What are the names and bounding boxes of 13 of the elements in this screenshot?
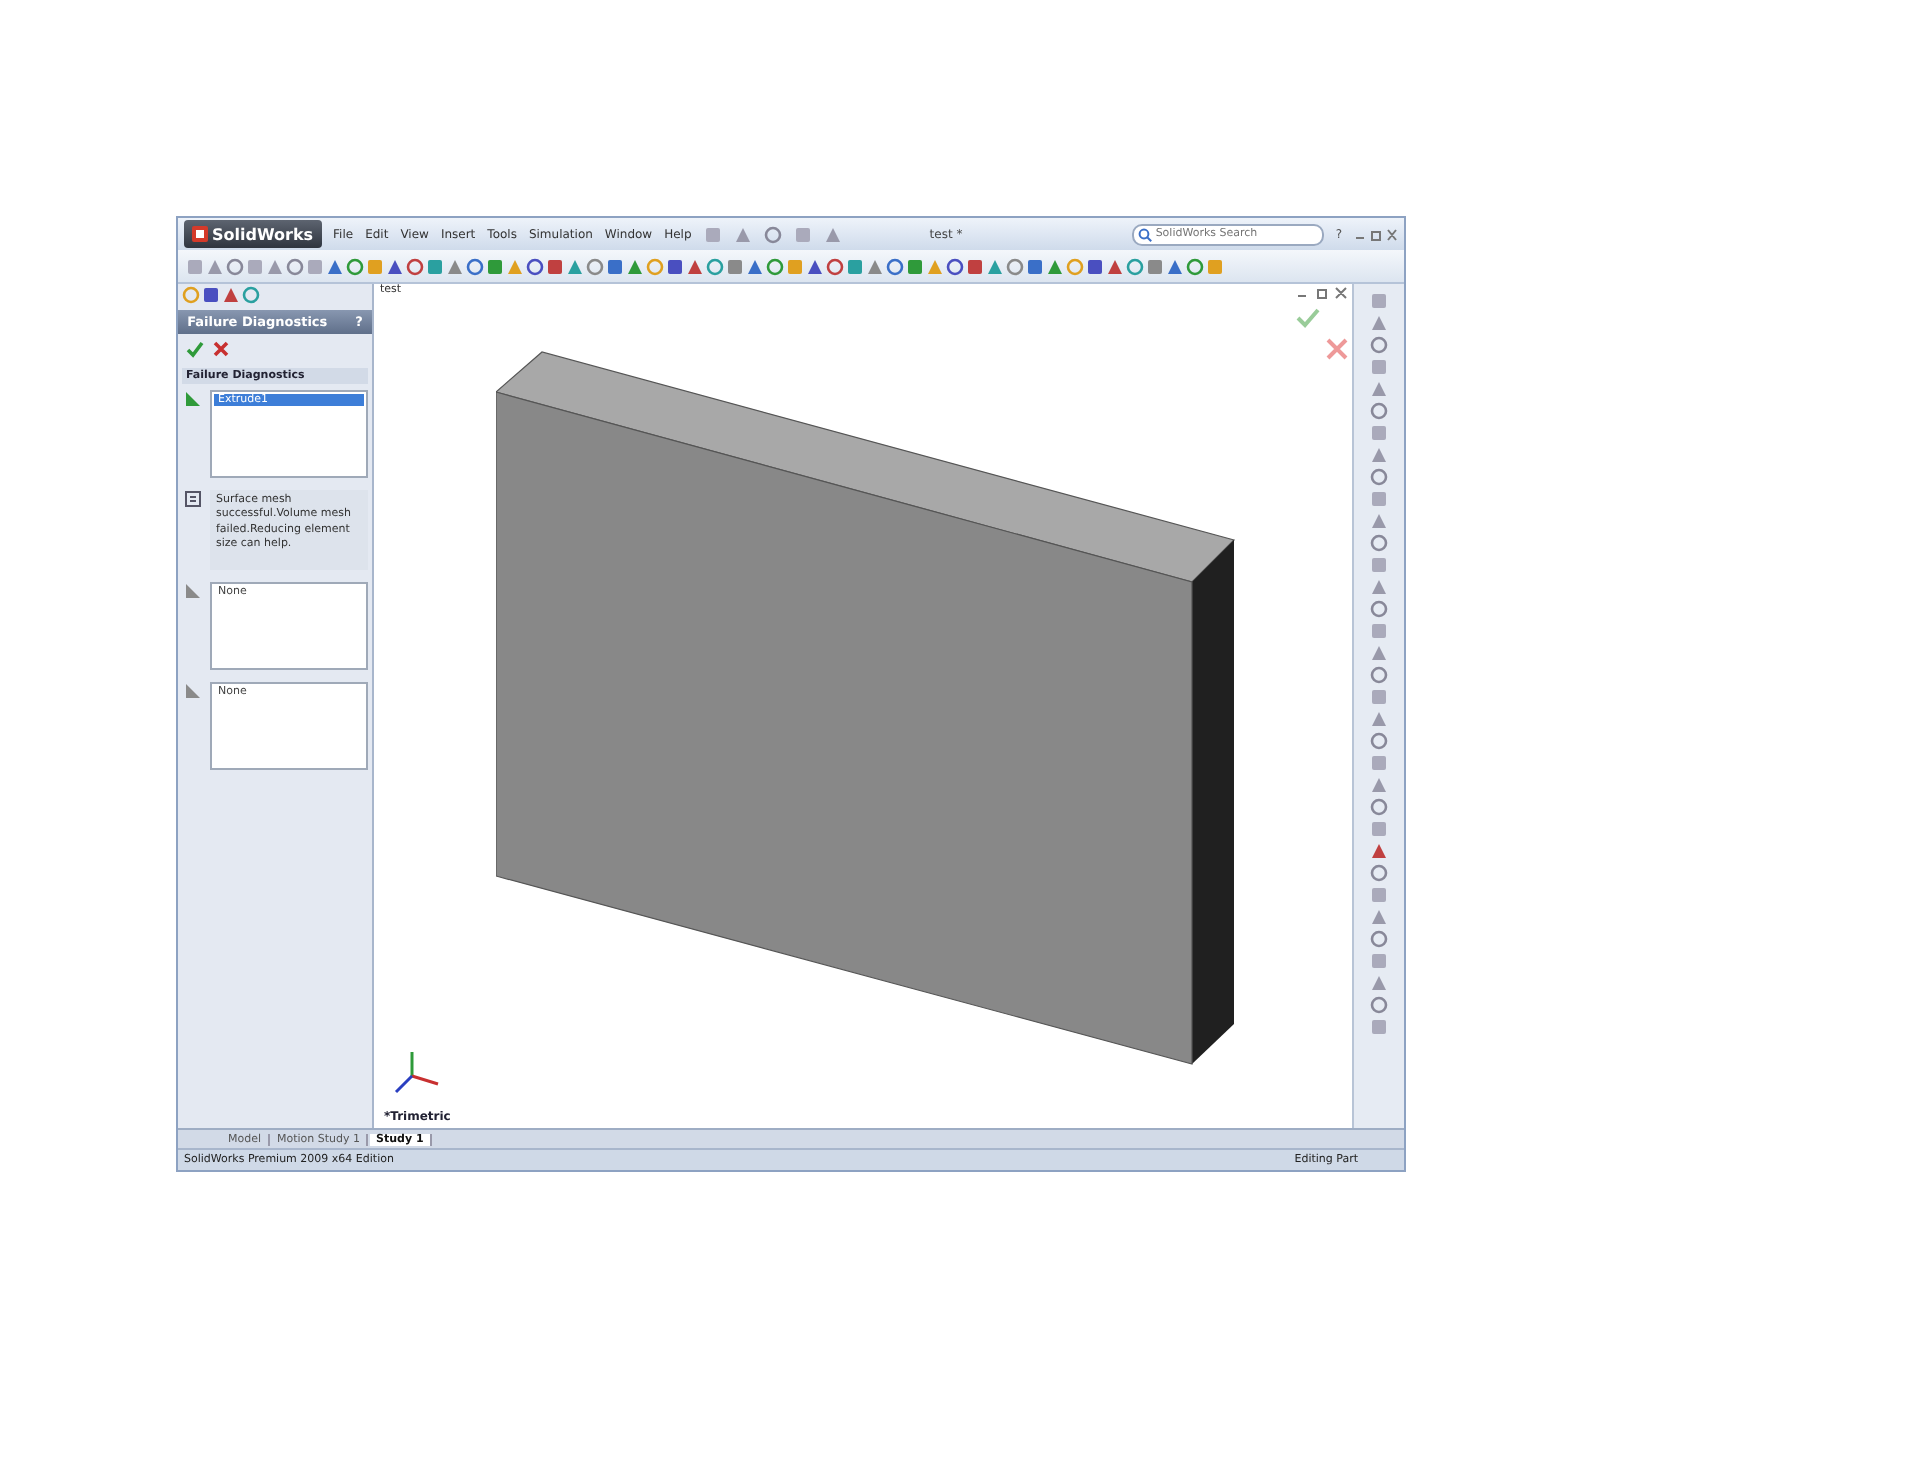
selection-icon <box>184 582 202 600</box>
selection-icon <box>184 682 202 700</box>
search-icon <box>1137 227 1152 241</box>
cancel-icon[interactable] <box>1326 338 1348 360</box>
window-controls-icon[interactable] <box>1354 227 1398 241</box>
ok-icon[interactable] <box>186 340 204 358</box>
logo-icon <box>192 226 208 242</box>
close-icon[interactable] <box>212 340 230 358</box>
message-icon <box>184 490 202 508</box>
accept-icon[interactable] <box>1296 308 1320 328</box>
window-controls-icon[interactable] <box>1296 286 1348 300</box>
selection-icon <box>184 390 202 408</box>
logo-text: SolidWorks <box>212 225 314 243</box>
